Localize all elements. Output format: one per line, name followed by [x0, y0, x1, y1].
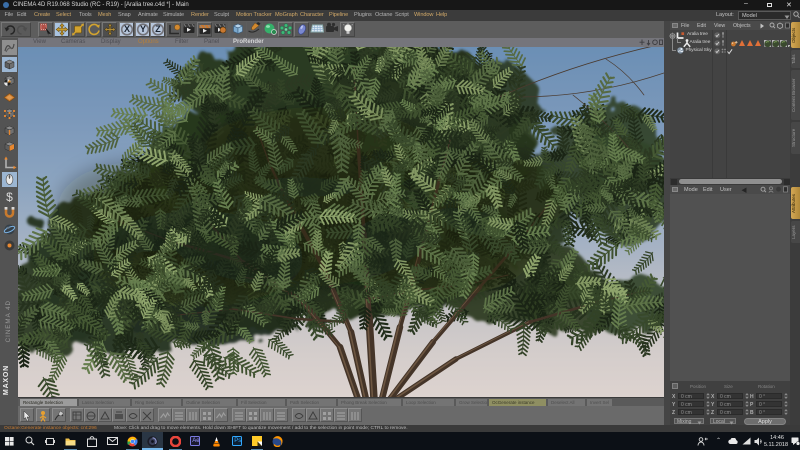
svg-text:Y: Y	[139, 24, 145, 34]
svg-text:Z: Z	[155, 24, 161, 34]
svg-text:X: X	[124, 24, 130, 34]
svg-text:$: $	[6, 190, 13, 204]
